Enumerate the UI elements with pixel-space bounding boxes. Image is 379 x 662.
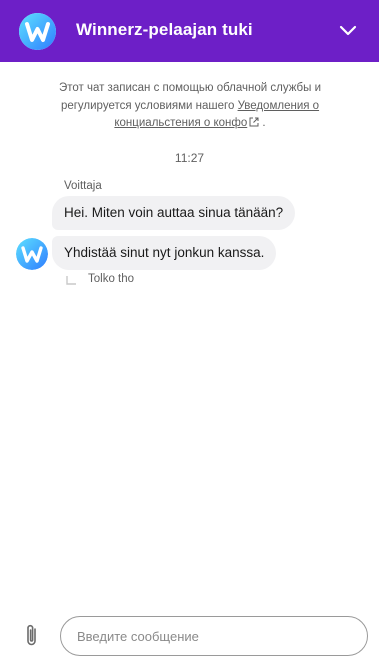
receipt-text: Tolko tho [88, 273, 135, 285]
notice-end: . [259, 117, 266, 129]
paperclip-icon[interactable] [22, 623, 42, 649]
delivery-receipt: Tolko tho [66, 273, 134, 285]
chat-title: Winnerz-pelaajan tuki [76, 20, 253, 39]
agent-message: Hei. Miten voin auttaa sinua tänään? [52, 196, 296, 230]
agent-message: Yhdistää sinut nyt jonkun kanssa. [52, 236, 277, 270]
sender-name: Voittaja [64, 180, 102, 192]
chat-header: Winnerz-pelaajan tuki [0, 0, 379, 62]
winnerz-logo-icon [19, 13, 56, 50]
chevron-down-icon[interactable] [338, 20, 358, 40]
delivered-check-icon [66, 276, 76, 285]
message-input[interactable] [60, 616, 368, 656]
agent-avatar-icon [16, 238, 48, 270]
external-link-icon [249, 117, 259, 127]
chat-timestamp: 11:27 [174, 151, 205, 165]
recording-notice: Этот чат записан с помощью облачной служ… [30, 80, 350, 133]
composer [0, 610, 379, 662]
